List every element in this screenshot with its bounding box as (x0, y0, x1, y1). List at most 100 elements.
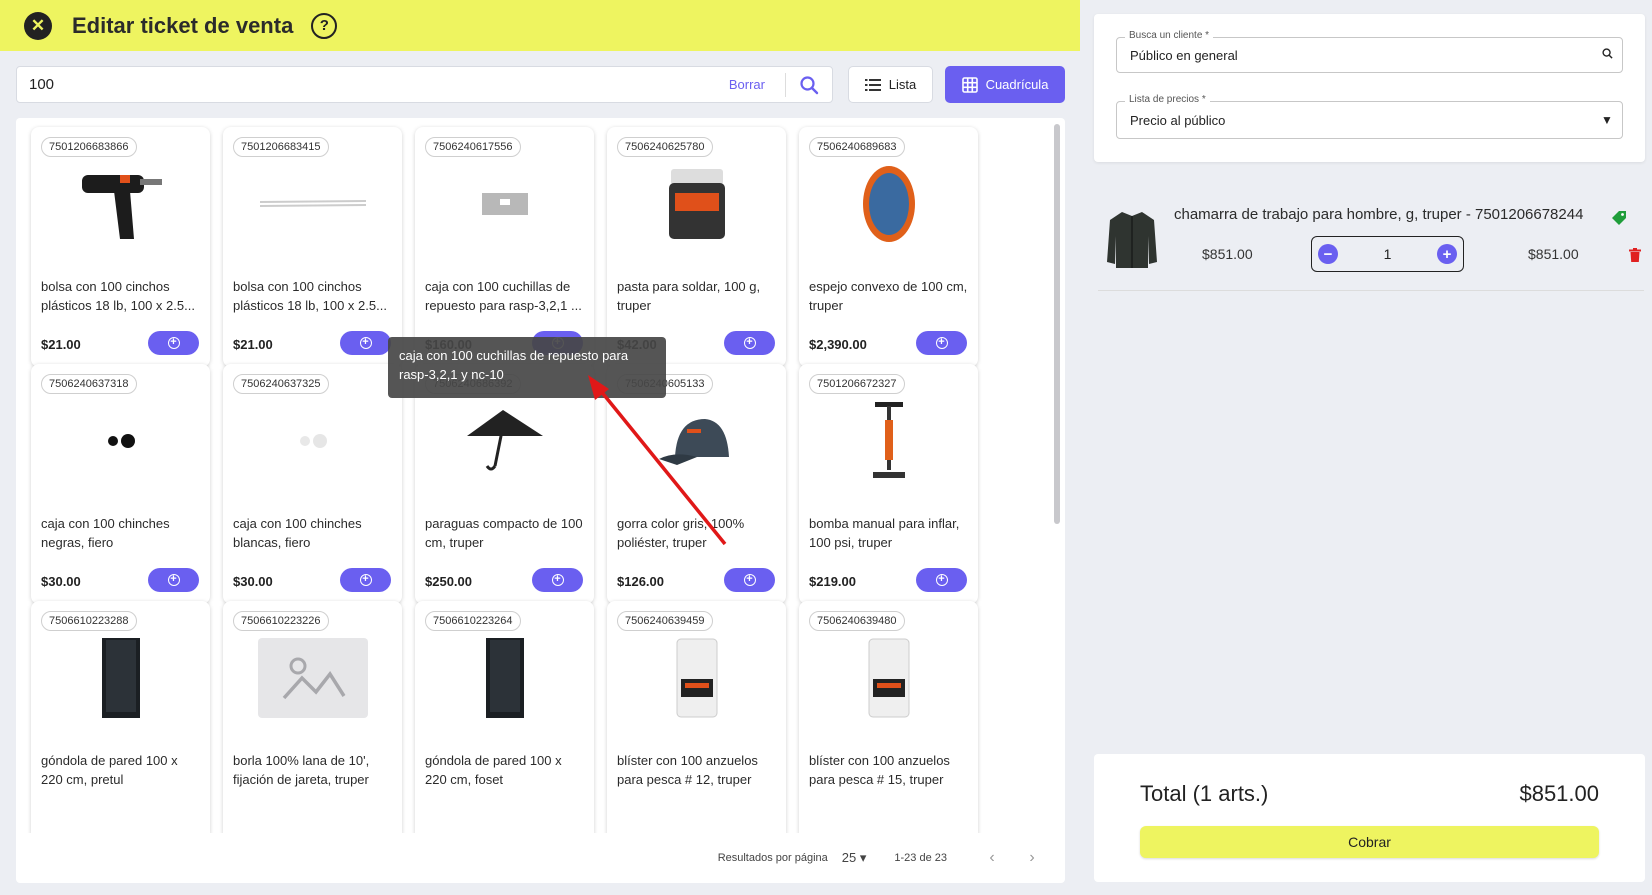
product-card[interactable]: 7506610223226 borla 100% lana de 10', fij… (223, 601, 402, 833)
search-button[interactable] (786, 75, 832, 95)
product-sku: 7506610223264 (425, 611, 521, 631)
decrease-quantity-button[interactable]: − (1318, 244, 1338, 264)
add-to-ticket-button[interactable]: + (148, 568, 199, 592)
plus-icon: + (167, 574, 180, 586)
search-input[interactable] (17, 76, 709, 93)
page-title: Editar ticket de venta (72, 12, 294, 38)
plus-icon: + (743, 337, 756, 349)
quantity-stepper: − 1 + (1311, 236, 1464, 272)
add-to-ticket-button[interactable]: + (916, 568, 967, 592)
list-icon (864, 78, 881, 91)
product-card[interactable]: 7501206683415 bolsa con 100 cinchos plást… (223, 127, 402, 367)
product-pane: ✕ Editar ticket de venta ? Borrar Lista … (0, 0, 1080, 895)
product-name: bomba manual para inflar, 100 psi, trupe… (809, 516, 960, 550)
product-name: bolsa con 100 cinchos plásticos 18 lb, 1… (233, 279, 387, 313)
product-tooltip: caja con 100 cuchillas de repuesto para … (388, 337, 666, 398)
product-sku: 7506240637325 (233, 374, 329, 394)
product-image (445, 635, 565, 721)
product-image (829, 161, 949, 247)
plus-icon: + (167, 337, 180, 349)
add-to-ticket-button[interactable]: + (724, 568, 775, 592)
price-list-value: Precio al público (1130, 112, 1226, 128)
product-sku: 7501206683415 (233, 137, 329, 157)
total-value: $851.00 (1519, 781, 1599, 806)
product-card[interactable]: 7501206683866 bolsa con 100 cinchos plást… (31, 127, 210, 367)
product-name: caja con 100 chinches negras, fiero (41, 516, 170, 550)
product-image (253, 161, 373, 247)
product-card[interactable]: 7501206672327 bomba manual para inflar, 1… (799, 364, 978, 604)
product-price: $126.00 (617, 574, 664, 589)
product-card[interactable]: 7506240637318 caja con 100 chinches negra… (31, 364, 210, 604)
product-card[interactable]: 7506240639480 blíster con 100 anzuelos pa… (799, 601, 978, 833)
product-image (61, 635, 181, 721)
chevron-down-icon: ▾ (859, 850, 867, 865)
product-sku: 7506240639480 (809, 611, 905, 631)
product-price: $21.00 (41, 337, 81, 352)
product-name: góndola de pared 100 x 220 cm, pretul (41, 753, 178, 787)
grid-view-button[interactable]: Cuadrícula (945, 66, 1065, 103)
plus-icon: + (935, 337, 948, 349)
product-grid-scroll[interactable]: 7501206683866 bolsa con 100 cinchos plást… (16, 118, 1065, 833)
trash-icon[interactable] (1629, 248, 1641, 267)
product-image (637, 635, 757, 721)
product-sku: 7506240639459 (617, 611, 713, 631)
product-name: caja con 100 chinches blancas, fiero (233, 516, 362, 550)
per-page-select[interactable]: 25 ▾ (842, 850, 867, 866)
product-name: gorra color gris, 100% poliéster, truper (617, 516, 745, 550)
product-price: $30.00 (233, 574, 273, 589)
product-name: góndola de pared 100 x 220 cm, foset (425, 753, 562, 787)
product-card[interactable]: 7506240637325 caja con 100 chinches blanc… (223, 364, 402, 604)
product-card[interactable]: 7506240625780 pasta para soldar, 100 g, t… (607, 127, 786, 367)
next-page-icon[interactable]: › (1017, 849, 1047, 867)
grid-view-label: Cuadrícula (985, 77, 1049, 92)
add-to-ticket-button[interactable]: + (916, 331, 967, 355)
product-card[interactable]: 7506240686392paraguas compacto de 100 cm… (415, 364, 594, 604)
add-to-ticket-button[interactable]: + (340, 568, 391, 592)
product-image (61, 398, 181, 484)
plus-icon: + (743, 574, 756, 586)
client-search-field[interactable]: Busca un cliente * Público en general (1116, 30, 1623, 73)
list-view-label: Lista (888, 77, 917, 92)
product-name: borla 100% lana de 10', fijación de jare… (233, 753, 370, 787)
search-bar: Borrar (16, 66, 833, 103)
prev-page-icon[interactable]: ‹ (977, 849, 1007, 867)
product-card[interactable]: 7506240639459 blíster con 100 anzuelos pa… (607, 601, 786, 833)
client-search-value: Público en general (1130, 47, 1238, 63)
product-image (829, 398, 949, 484)
plus-icon: + (359, 337, 372, 349)
list-view-button[interactable]: Lista (848, 66, 933, 103)
clear-search-button[interactable]: Borrar (709, 72, 786, 97)
add-to-ticket-button[interactable]: + (724, 331, 775, 355)
product-price: $250.00 (425, 574, 472, 589)
close-icon[interactable]: ✕ (24, 11, 52, 40)
pay-button[interactable]: Cobrar (1140, 826, 1599, 858)
add-to-ticket-button[interactable]: + (340, 331, 391, 355)
quantity-value[interactable]: 1 (1384, 246, 1392, 262)
product-card[interactable]: 7506610223288 góndola de pared 100 x 220 … (31, 601, 210, 833)
product-card[interactable]: 7506240605133gorra color gris, 100% poli… (607, 364, 786, 604)
add-to-ticket-button[interactable]: + (532, 568, 583, 592)
pagination: Resultados por página 25 ▾ 1-23 de 23 ‹ … (16, 833, 1065, 883)
increase-quantity-button[interactable]: + (1436, 244, 1457, 264)
cart-item-name: chamarra de trabajo para hombre, g, trup… (1174, 206, 1584, 223)
scrollbar[interactable] (1054, 124, 1060, 524)
chevron-down-icon: ▼ (1601, 113, 1613, 127)
product-sku: 7506240617556 (425, 137, 521, 157)
product-sku: 7506610223288 (41, 611, 137, 631)
ticket-pane: Busca un cliente * Público en general Li… (1080, 0, 1652, 895)
product-card[interactable]: 7506610223264 góndola de pared 100 x 220 … (415, 601, 594, 833)
help-icon[interactable]: ? (311, 12, 338, 39)
price-list-select[interactable]: Lista de precios * Precio al público ▼ (1116, 94, 1623, 139)
client-card: Busca un cliente * Público en general Li… (1094, 14, 1645, 162)
product-sku: 7506240689683 (809, 137, 905, 157)
per-page-value: 25 (841, 850, 857, 865)
product-image (445, 161, 565, 247)
product-card[interactable]: 7506240689683 espejo convexo de 100 cm, t… (799, 127, 978, 367)
tag-icon[interactable] (1611, 210, 1627, 231)
product-name: blíster con 100 anzuelos para pesca # 12… (617, 753, 758, 787)
add-to-ticket-button[interactable]: + (148, 331, 199, 355)
product-name: paraguas compacto de 100 cm, truper (425, 516, 583, 550)
product-grid: 7501206683866 bolsa con 100 cinchos plást… (16, 118, 1065, 883)
product-card[interactable]: 7506240617556 caja con 100 cuchillas de r… (415, 127, 594, 367)
product-price: $2,390.00 (809, 337, 867, 352)
